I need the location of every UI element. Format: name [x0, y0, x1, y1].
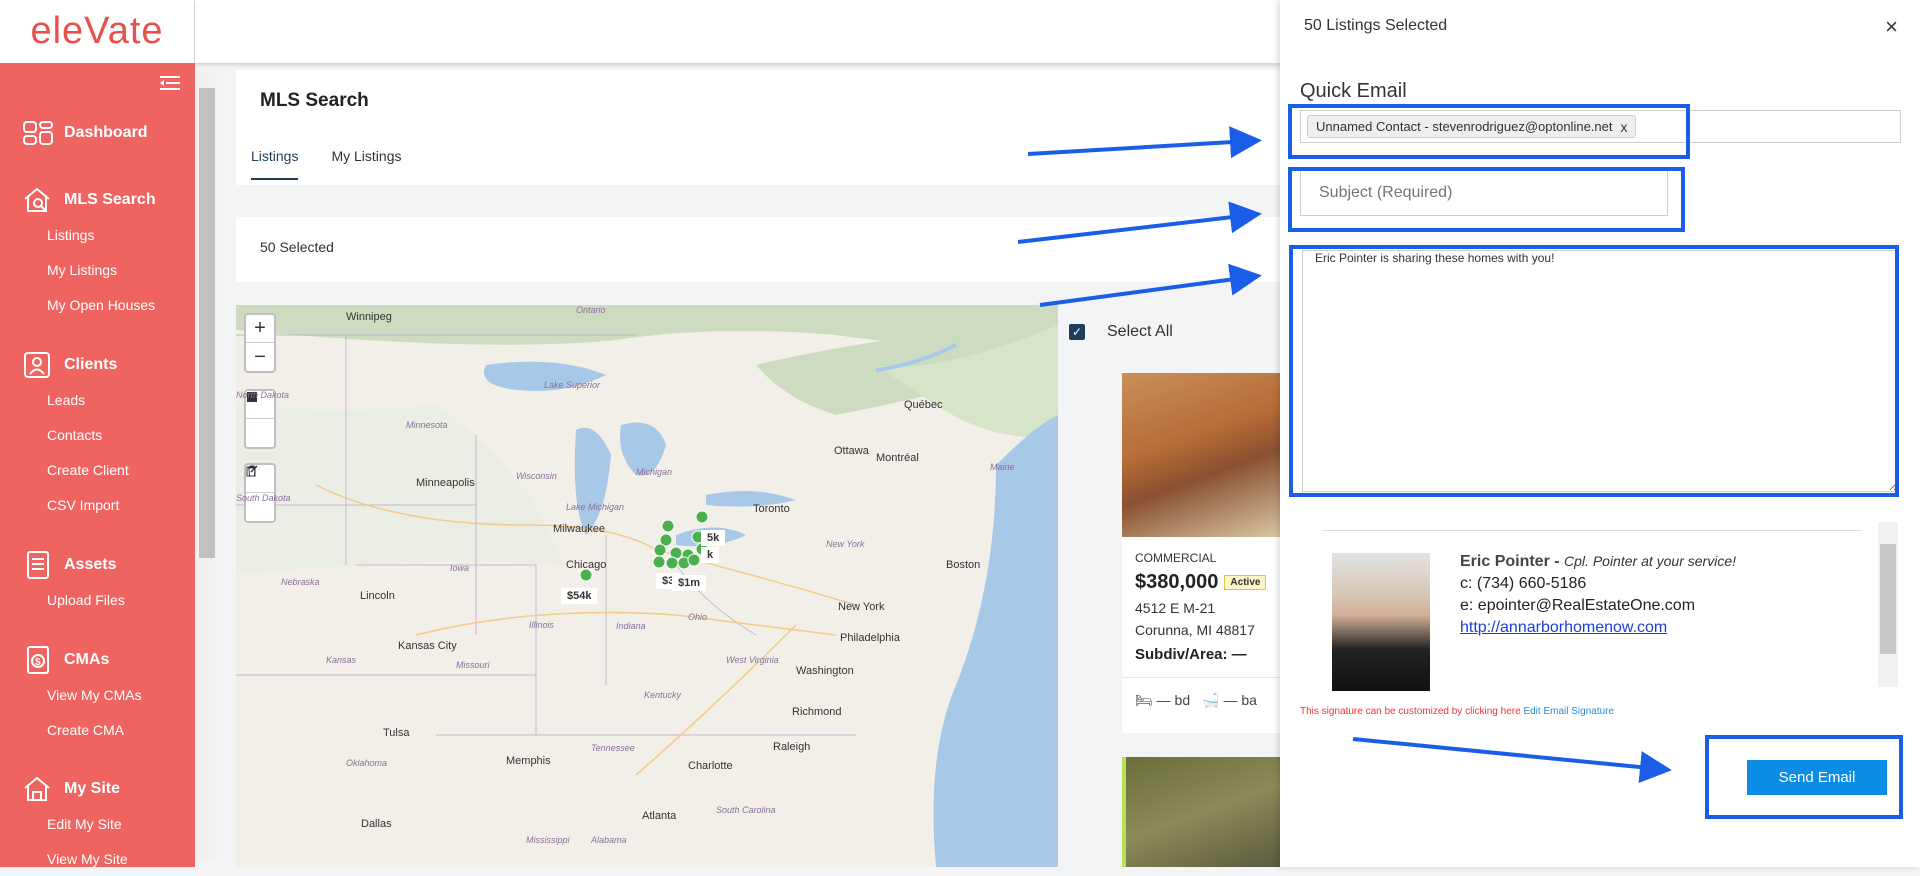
- annotation-box: [1289, 245, 1899, 497]
- price-marker[interactable]: $54k: [561, 588, 598, 604]
- sidebar-item-contacts[interactable]: Contacts: [0, 417, 195, 452]
- nav-dashboard-label: Dashboard: [64, 124, 148, 141]
- beds-stat: 🛏 — bd: [1135, 692, 1190, 709]
- top-bar: [195, 0, 1280, 63]
- signature-tagline: Cpl. Pointer at your service!: [1564, 553, 1736, 569]
- bed-icon: 🛏: [1135, 692, 1153, 708]
- sidebar-item-view-my-site[interactable]: View My Site: [0, 841, 195, 876]
- page-scrollbar[interactable]: [197, 70, 217, 860]
- site-icon: [24, 776, 50, 801]
- mls-search-header: MLS Search Listings My Listings: [236, 70, 1336, 185]
- listing-card[interactable]: COMMERCIAL $380,000 Active 4512 E M-21 C…: [1122, 373, 1282, 733]
- sidebar-item-create-client[interactable]: Create Client: [0, 452, 195, 487]
- clients-icon: [24, 352, 50, 378]
- page-title: MLS Search: [260, 90, 369, 111]
- status-badge: Active: [1224, 575, 1267, 590]
- cma-icon: $: [27, 646, 49, 674]
- select-all-checkbox[interactable]: ✓: [1069, 324, 1085, 340]
- beds-value: — bd: [1156, 692, 1191, 708]
- close-icon[interactable]: ×: [1885, 14, 1898, 40]
- signature-cell: c: (734) 660-5186: [1460, 575, 1587, 592]
- sidebar-item-view-my-cmas[interactable]: View My CMAs: [0, 677, 195, 712]
- nav-clients-label: Clients: [64, 356, 118, 373]
- map-markers: [579, 510, 709, 582]
- signature-name: Eric Pointer - Cpl. Pointer at your serv…: [1460, 553, 1736, 571]
- listing-photo[interactable]: [1122, 373, 1282, 537]
- annotation-box: [1288, 104, 1690, 159]
- sidebar-item-leads[interactable]: Leads: [0, 382, 195, 417]
- selection-bar: 50 Selected: [236, 217, 1336, 282]
- logo-area[interactable]: eleVate: [0, 0, 195, 63]
- edit-signature-link[interactable]: Edit Email Signature: [1523, 706, 1614, 717]
- nav-assets[interactable]: Assets Upload Files: [0, 548, 195, 617]
- dashboard-icon: [23, 121, 53, 145]
- nav-cmas-label: CMAs: [64, 651, 110, 668]
- signature-name-text: Eric Pointer -: [1460, 553, 1560, 570]
- baths-value: — ba: [1223, 692, 1257, 708]
- baths-stat: 🛁 — ba: [1202, 692, 1257, 709]
- signature-email: e: epointer@RealEstateOne.com: [1460, 597, 1696, 614]
- listing-city: Corunna, MI 48817: [1135, 622, 1255, 638]
- menu-collapse-icon[interactable]: [160, 74, 180, 92]
- listing-stats: 🛏 — bd 🛁 — ba: [1135, 692, 1282, 709]
- nav-my-site-label: My Site: [64, 780, 121, 797]
- nav-mls-search[interactable]: MLS Search Listings My Listings My Open …: [0, 183, 195, 322]
- select-all[interactable]: ✓ Select All: [1069, 323, 1173, 341]
- signature-photo: [1332, 553, 1430, 691]
- sidebar-item-csv-import[interactable]: CSV Import: [0, 487, 195, 522]
- price-marker[interactable]: k: [701, 547, 720, 563]
- signature-website-link[interactable]: http://annarborhomenow.com: [1460, 619, 1667, 637]
- listing-address: 4512 E M-21: [1135, 600, 1216, 616]
- sidebar-item-edit-my-site[interactable]: Edit My Site: [0, 806, 195, 841]
- selected-count: 50 Selected: [260, 239, 334, 255]
- signature-note-text: This signature can be customized by clic…: [1300, 706, 1521, 717]
- panel-header: 50 Listings Selected: [1304, 17, 1448, 34]
- select-all-label: Select All: [1107, 323, 1173, 340]
- document-icon: [27, 551, 49, 579]
- nav-dashboard[interactable]: Dashboard: [0, 116, 195, 150]
- tab-my-listings[interactable]: My Listings: [331, 148, 401, 180]
- listing-subdiv: Subdiv/Area: —: [1135, 646, 1247, 663]
- sidebar-item-create-cma[interactable]: Create CMA: [0, 712, 195, 747]
- divider: [1122, 677, 1282, 678]
- sidebar-item-my-listings[interactable]: My Listings: [0, 252, 195, 287]
- map[interactable]: + − Winnipeg Ontario Lake Superior Québe…: [236, 305, 1058, 867]
- sidebar-item-my-open-houses[interactable]: My Open Houses: [0, 287, 195, 322]
- sidebar-item-listings[interactable]: Listings: [0, 217, 195, 252]
- listing-card[interactable]: [1122, 757, 1282, 867]
- svg-text:$: $: [35, 657, 41, 668]
- listing-type: COMMERCIAL: [1135, 551, 1217, 565]
- price-marker[interactable]: $1m: [672, 575, 707, 591]
- nav-mls-search-label: MLS Search: [64, 191, 156, 208]
- annotation-box: [1288, 167, 1685, 232]
- signature-scrollbar[interactable]: [1878, 522, 1898, 687]
- house-search-icon: [24, 187, 50, 212]
- nav-cmas[interactable]: $ CMAs View My CMAs Create CMA: [0, 643, 195, 747]
- tab-listings[interactable]: Listings: [251, 148, 299, 180]
- listing-price: $380,000: [1135, 571, 1219, 593]
- annotation-box: [1705, 735, 1903, 819]
- listing-price-row: $380,000 Active: [1135, 571, 1282, 594]
- nav-assets-label: Assets: [64, 556, 117, 573]
- tabs: Listings My Listings: [251, 148, 402, 180]
- sidebar-item-upload-files[interactable]: Upload Files: [0, 582, 195, 617]
- nav-clients[interactable]: Clients Leads Contacts Create Client CSV…: [0, 348, 195, 522]
- quick-email-title: Quick Email: [1300, 80, 1407, 102]
- nav-my-site[interactable]: My Site Edit My Site View My Site: [0, 772, 195, 876]
- scrollbar-thumb[interactable]: [199, 88, 215, 558]
- scrollbar-thumb[interactable]: [1880, 544, 1896, 654]
- signature-preview: Eric Pointer - Cpl. Pointer at your serv…: [1322, 530, 1862, 691]
- bath-icon: 🛁: [1202, 692, 1220, 708]
- price-marker[interactable]: 5k: [701, 530, 726, 546]
- logo: eleVate: [30, 10, 164, 52]
- signature-note: This signature can be customized by clic…: [1300, 706, 1614, 717]
